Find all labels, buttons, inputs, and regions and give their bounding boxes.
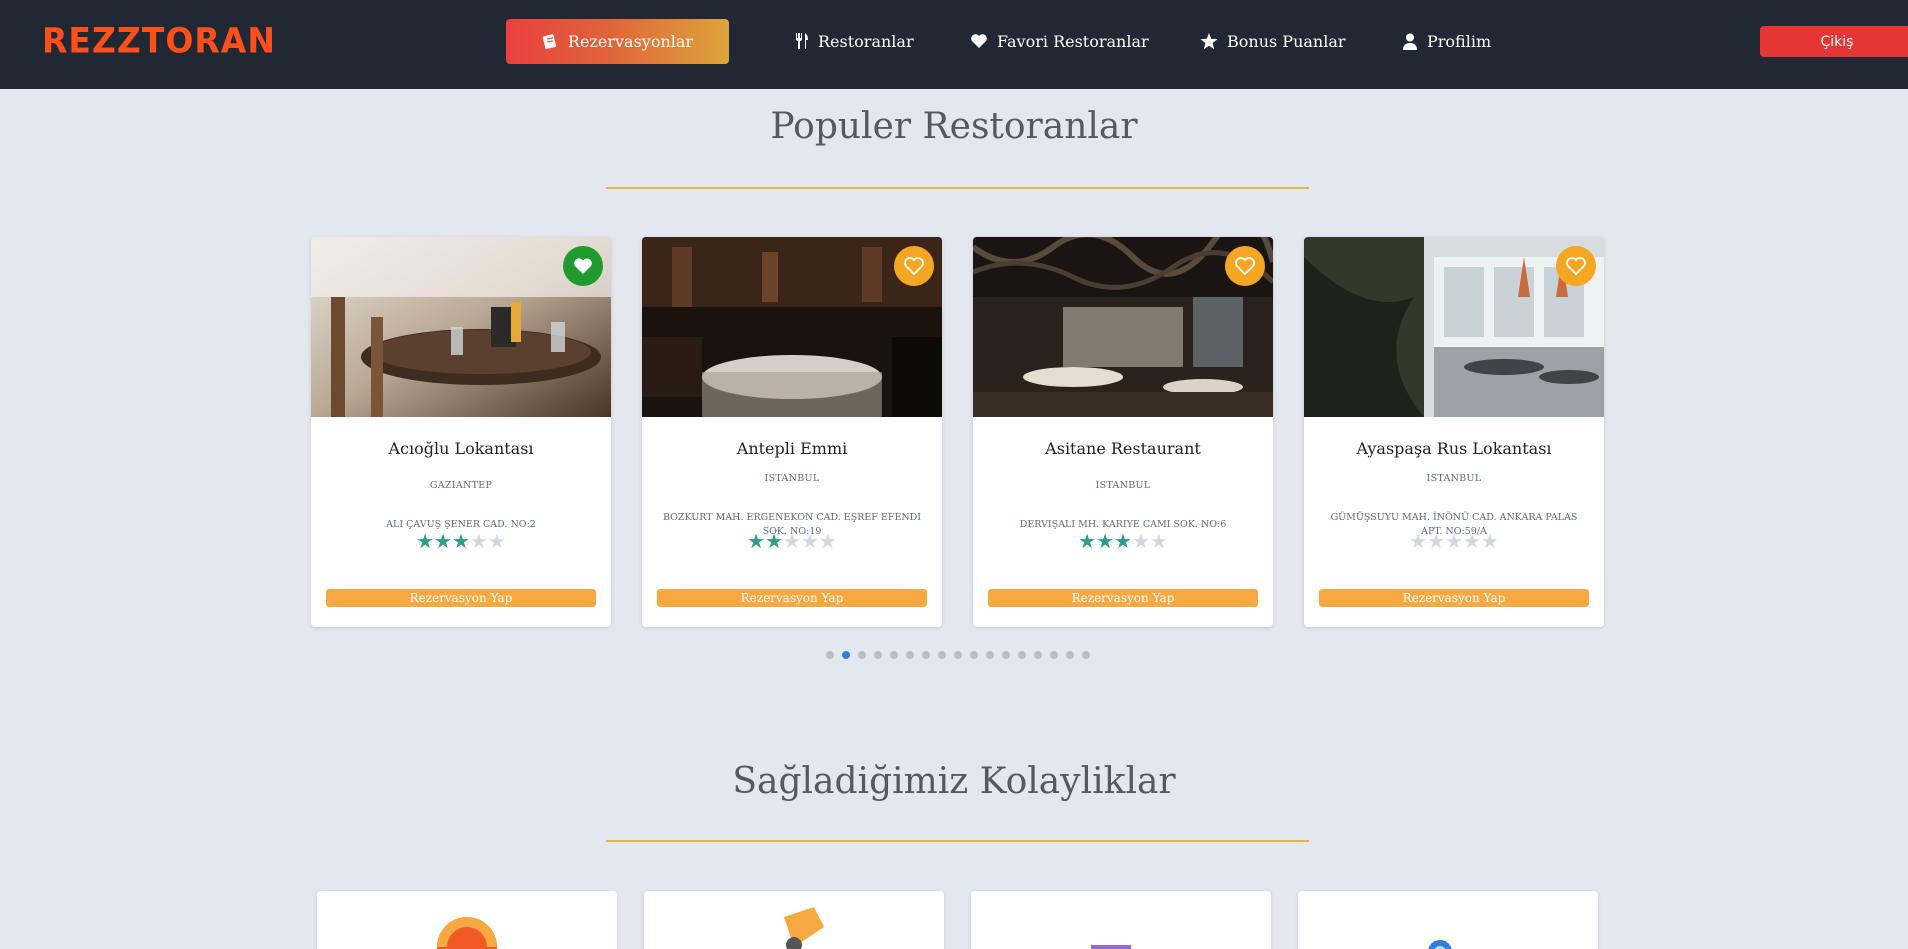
nav-item-favori-restoranlar[interactable]: Favori Restoranlar <box>970 22 1149 60</box>
restaurant-name: Acıoğlu Lokantası <box>388 439 534 458</box>
carousel-dot[interactable] <box>906 651 914 659</box>
section-title-popular: Populer Restoranlar <box>770 106 1138 147</box>
nav-label: Bonus Puanlar <box>1227 31 1346 51</box>
nav-item-bonus-puanlar[interactable]: Bonus Puanlar <box>1200 22 1346 60</box>
nav-item-rezervasyonlar[interactable]: Rezervasyonlar <box>506 19 729 64</box>
document-icon <box>542 33 557 49</box>
heart-icon <box>574 258 592 274</box>
restaurant-city: ISTANBUL <box>1426 473 1482 484</box>
star-empty-icon: ★ <box>1462 529 1481 553</box>
hand-card-icon <box>784 907 824 949</box>
restaurant-city: GAZIANTEP <box>429 480 493 491</box>
restaurant-city: ISTANBUL <box>764 473 820 484</box>
delivery-truck-icon <box>1091 945 1131 949</box>
carousel-dot[interactable] <box>1082 651 1090 659</box>
carousel-dot[interactable] <box>842 651 850 659</box>
nav-label: Profilim <box>1427 31 1492 51</box>
feature-card <box>971 891 1271 949</box>
nav-label: Restoranlar <box>818 31 914 51</box>
star-filled-icon: ★ <box>434 529 453 553</box>
navbar: REZZTORAN Rezervasyonlar Restoranlar Fav… <box>0 0 1908 89</box>
restaurant-card: Ayaspaşa Rus Lokantası ISTANBUL GÜMÜŞSUY… <box>1304 237 1604 627</box>
carousel-dot[interactable] <box>826 651 834 659</box>
section-title-features: Sağladiğimiz Kolayliklar <box>732 761 1176 802</box>
carousel-dot[interactable] <box>954 651 962 659</box>
star-empty-icon: ★ <box>1445 529 1463 553</box>
reserve-button[interactable]: Rezervasyon Yap <box>326 589 596 607</box>
star-empty-icon: ★ <box>1149 529 1168 553</box>
carousel-dot[interactable] <box>1066 651 1074 659</box>
section-divider <box>606 840 1309 842</box>
rating-stars: ★ ★ ★ ★ ★ <box>1304 531 1604 551</box>
star-icon <box>1200 32 1218 49</box>
restaurant-name: Asitane Restaurant <box>1045 439 1201 458</box>
reserve-button[interactable]: Rezervasyon Yap <box>988 589 1258 607</box>
heart-icon <box>971 34 987 48</box>
location-pin-icon <box>1428 940 1452 949</box>
reserve-button[interactable]: Rezervasyon Yap <box>1319 589 1589 607</box>
star-empty-icon: ★ <box>1480 529 1499 553</box>
star-empty-icon: ★ <box>800 529 819 553</box>
rating-stars: ★ ★ ★ ★ ★ <box>311 531 611 551</box>
carousel-dot[interactable] <box>938 651 946 659</box>
star-filled-icon: ★ <box>416 529 435 553</box>
carousel-dot[interactable] <box>874 651 882 659</box>
star-empty-icon: ★ <box>1409 529 1428 553</box>
restaurant-city: ISTANBUL <box>1095 480 1151 491</box>
star-filled-icon: ★ <box>1078 529 1097 553</box>
star-empty-icon: ★ <box>1427 529 1446 553</box>
star-filled-icon: ★ <box>765 529 784 553</box>
nav-label: Favori Restoranlar <box>997 31 1149 51</box>
feature-card <box>644 891 944 949</box>
star-filled-icon: ★ <box>747 529 766 553</box>
section-divider <box>606 187 1309 189</box>
heart-outline-icon <box>1566 257 1586 276</box>
star-filled-icon: ★ <box>452 529 470 553</box>
favorite-toggle[interactable] <box>563 246 603 286</box>
carousel-dot[interactable] <box>890 651 898 659</box>
heart-outline-icon <box>1235 257 1255 276</box>
restaurant-name: Antepli Emmi <box>736 439 848 458</box>
star-empty-icon: ★ <box>487 529 506 553</box>
star-filled-icon: ★ <box>1096 529 1115 553</box>
carousel-dot[interactable] <box>986 651 994 659</box>
carousel-dot[interactable] <box>1050 651 1058 659</box>
carousel-dot[interactable] <box>858 651 866 659</box>
rating-stars: ★ ★ ★ ★ ★ <box>973 531 1273 551</box>
brand-logo[interactable]: REZZTORAN <box>42 20 276 61</box>
star-filled-icon: ★ <box>1114 529 1132 553</box>
star-empty-icon: ★ <box>783 529 801 553</box>
carousel-dot[interactable] <box>922 651 930 659</box>
nav-item-profilim[interactable]: Profilim <box>1402 22 1491 60</box>
carousel-dot[interactable] <box>970 651 978 659</box>
reserve-button[interactable]: Rezervasyon Yap <box>657 589 927 607</box>
carousel-dot[interactable] <box>1018 651 1026 659</box>
carousel-dot[interactable] <box>1034 651 1042 659</box>
rating-stars: ★ ★ ★ ★ ★ <box>642 531 942 551</box>
carousel-dot[interactable] <box>1002 651 1010 659</box>
restaurant-name: Ayaspaşa Rus Lokantası <box>1356 439 1552 458</box>
restaurant-card: Acıoğlu Lokantası GAZIANTEP ALI ÇAVUŞ ŞE… <box>311 237 611 627</box>
favorite-toggle[interactable] <box>1225 246 1265 286</box>
feature-card <box>1298 891 1598 949</box>
nav-label: Rezervasyonlar <box>567 32 694 51</box>
restaurant-card: Antepli Emmi ISTANBUL BOZKURT MAH. ERGEN… <box>642 237 942 627</box>
nav-item-restoranlar[interactable]: Restoranlar <box>795 22 914 60</box>
heart-outline-icon <box>904 257 924 276</box>
star-empty-icon: ★ <box>818 529 837 553</box>
star-empty-icon: ★ <box>1131 529 1150 553</box>
user-icon <box>1403 33 1417 50</box>
favorite-toggle[interactable] <box>1556 246 1596 286</box>
clock-icon <box>437 917 497 949</box>
logout-button[interactable]: Çikiş <box>1760 26 1908 57</box>
restaurant-card: Asitane Restaurant ISTANBUL DERVIŞALI MH… <box>973 237 1273 627</box>
favorite-toggle[interactable] <box>894 246 934 286</box>
star-empty-icon: ★ <box>469 529 488 553</box>
feature-card <box>317 891 617 949</box>
carousel-pagination <box>826 651 1090 659</box>
fork-knife-icon <box>796 33 808 49</box>
